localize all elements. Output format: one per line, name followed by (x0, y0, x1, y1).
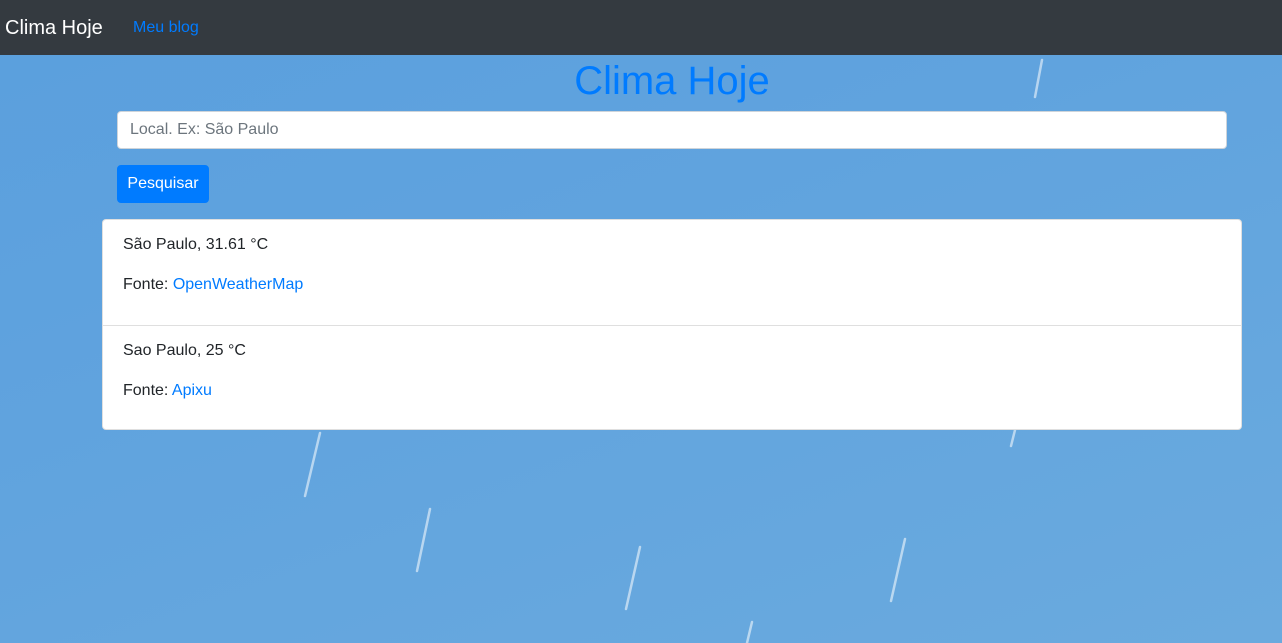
result-source-link[interactable]: Apixu (172, 382, 212, 399)
raindrop (889, 537, 907, 603)
result-source-label: Fonte: (123, 276, 173, 293)
nav-link-blog[interactable]: Meu blog (133, 18, 199, 38)
results-list: São Paulo, 31.61 °C Fonte: OpenWeatherMa… (102, 219, 1242, 430)
search-input[interactable] (117, 111, 1227, 149)
raindrop (415, 507, 432, 573)
result-item: Sao Paulo, 25 °C Fonte: Apixu (103, 325, 1241, 429)
raindrop (1009, 428, 1017, 448)
raindrop (624, 545, 642, 611)
result-source: Fonte: Apixu (123, 380, 1221, 402)
navbar: Clima Hoje Meu blog (0, 0, 1282, 55)
result-summary: Sao Paulo, 25 °C (123, 342, 246, 359)
raindrop (303, 431, 322, 498)
result-summary: São Paulo, 31.61 °C (123, 236, 269, 253)
result-source: Fonte: OpenWeatherMap (123, 274, 1221, 296)
result-item: São Paulo, 31.61 °C Fonte: OpenWeatherMa… (103, 220, 1241, 325)
page-title: Clima Hoje (574, 59, 770, 103)
navbar-brand[interactable]: Clima Hoje (5, 15, 103, 41)
result-source-label: Fonte: (123, 382, 172, 399)
search-button[interactable]: Pesquisar (117, 165, 209, 203)
raindrop (745, 620, 754, 643)
result-source-link[interactable]: OpenWeatherMap (173, 276, 303, 293)
